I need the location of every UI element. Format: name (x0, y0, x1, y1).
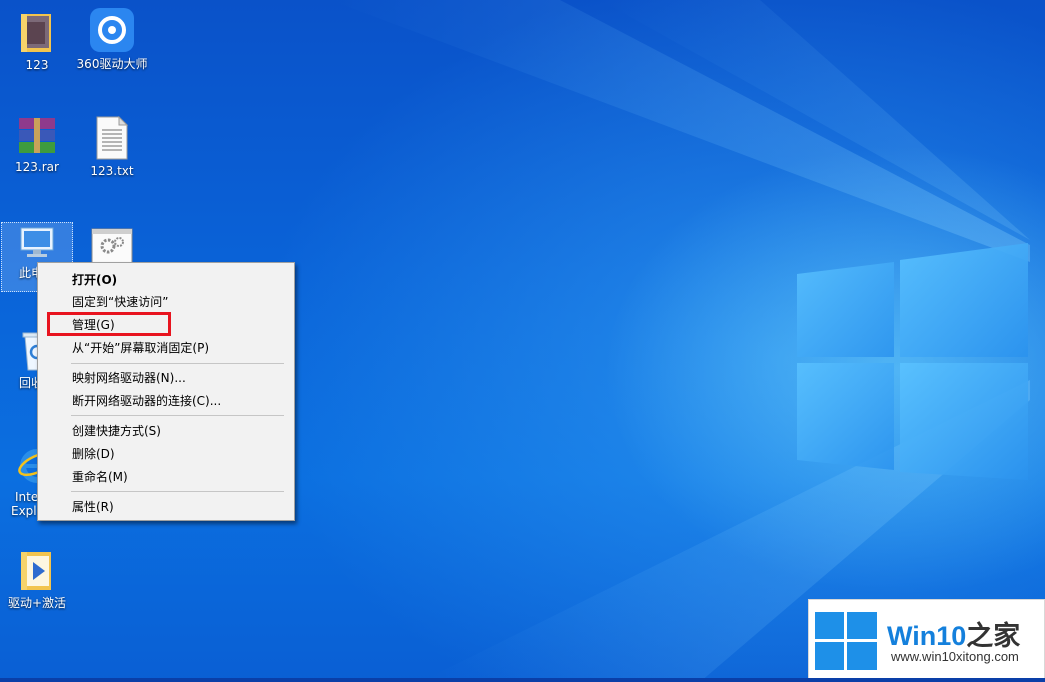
watermark-url: www.win10xitong.com (891, 649, 1019, 664)
watermark-title: Win10之家 (887, 614, 1020, 653)
windows-logo-art (797, 243, 1028, 480)
desktop-icon-123-rar[interactable]: 123.rar (1, 116, 73, 174)
icon-label: 123 (25, 58, 49, 72)
desktop-icon-folder-123[interactable]: 123 (1, 10, 73, 72)
red-highlight-annotation (47, 312, 171, 336)
menu-item-open[interactable]: 打开(O) (72, 270, 117, 290)
menu-item-delete[interactable]: 删除(D) (72, 444, 115, 464)
menu-separator (71, 491, 284, 492)
desktop-icon-folder-driver-activation[interactable]: 驱动+激活 (1, 548, 73, 610)
taskbar-edge (0, 678, 1045, 682)
desktop[interactable]: 123 360驱动大师 123.rar 123.txt 此电 回收 Inte E… (0, 0, 1045, 682)
windows-logo-icon (815, 612, 877, 670)
menu-item-properties[interactable]: 属性(R) (72, 497, 114, 517)
icon-label: 驱动+激活 (7, 596, 67, 610)
menu-item-unpin-start[interactable]: 从“开始”屏幕取消固定(P) (72, 338, 209, 358)
menu-item-map-network-drive[interactable]: 映射网络驱动器(N)... (72, 368, 186, 388)
menu-separator (71, 363, 284, 364)
menu-item-pin-quick-access[interactable]: 固定到“快速访问” (72, 292, 168, 312)
folder-icon (21, 14, 51, 52)
desktop-icon-123-txt[interactable]: 123.txt (76, 116, 148, 178)
winrar-archive-icon (19, 118, 55, 153)
watermark-title-suffix: 之家 (966, 621, 1021, 651)
menu-item-disconnect-network-drive[interactable]: 断开网络驱动器的连接(C)... (72, 391, 221, 411)
menu-item-create-shortcut[interactable]: 创建快捷方式(S) (72, 421, 161, 441)
win10-watermark: Win10之家 www.win10xitong.com (808, 599, 1045, 682)
watermark-title-prefix: Win10 (887, 621, 967, 651)
menu-separator (71, 415, 284, 416)
icon-label: 123.rar (15, 160, 59, 174)
computer-icon (20, 227, 54, 257)
360-driver-icon (90, 8, 134, 52)
gear-window-icon (91, 228, 133, 264)
icon-label: 360驱动大师 (76, 57, 148, 71)
text-file-icon (96, 116, 129, 160)
folder-icon (21, 552, 51, 590)
menu-item-rename[interactable]: 重命名(M) (72, 467, 128, 487)
context-menu: 打开(O) 固定到“快速访问” 管理(G) 从“开始”屏幕取消固定(P) 映射网… (37, 262, 295, 521)
desktop-icon-360-driver[interactable]: 360驱动大师 (76, 7, 148, 71)
icon-label: 123.txt (90, 164, 134, 178)
